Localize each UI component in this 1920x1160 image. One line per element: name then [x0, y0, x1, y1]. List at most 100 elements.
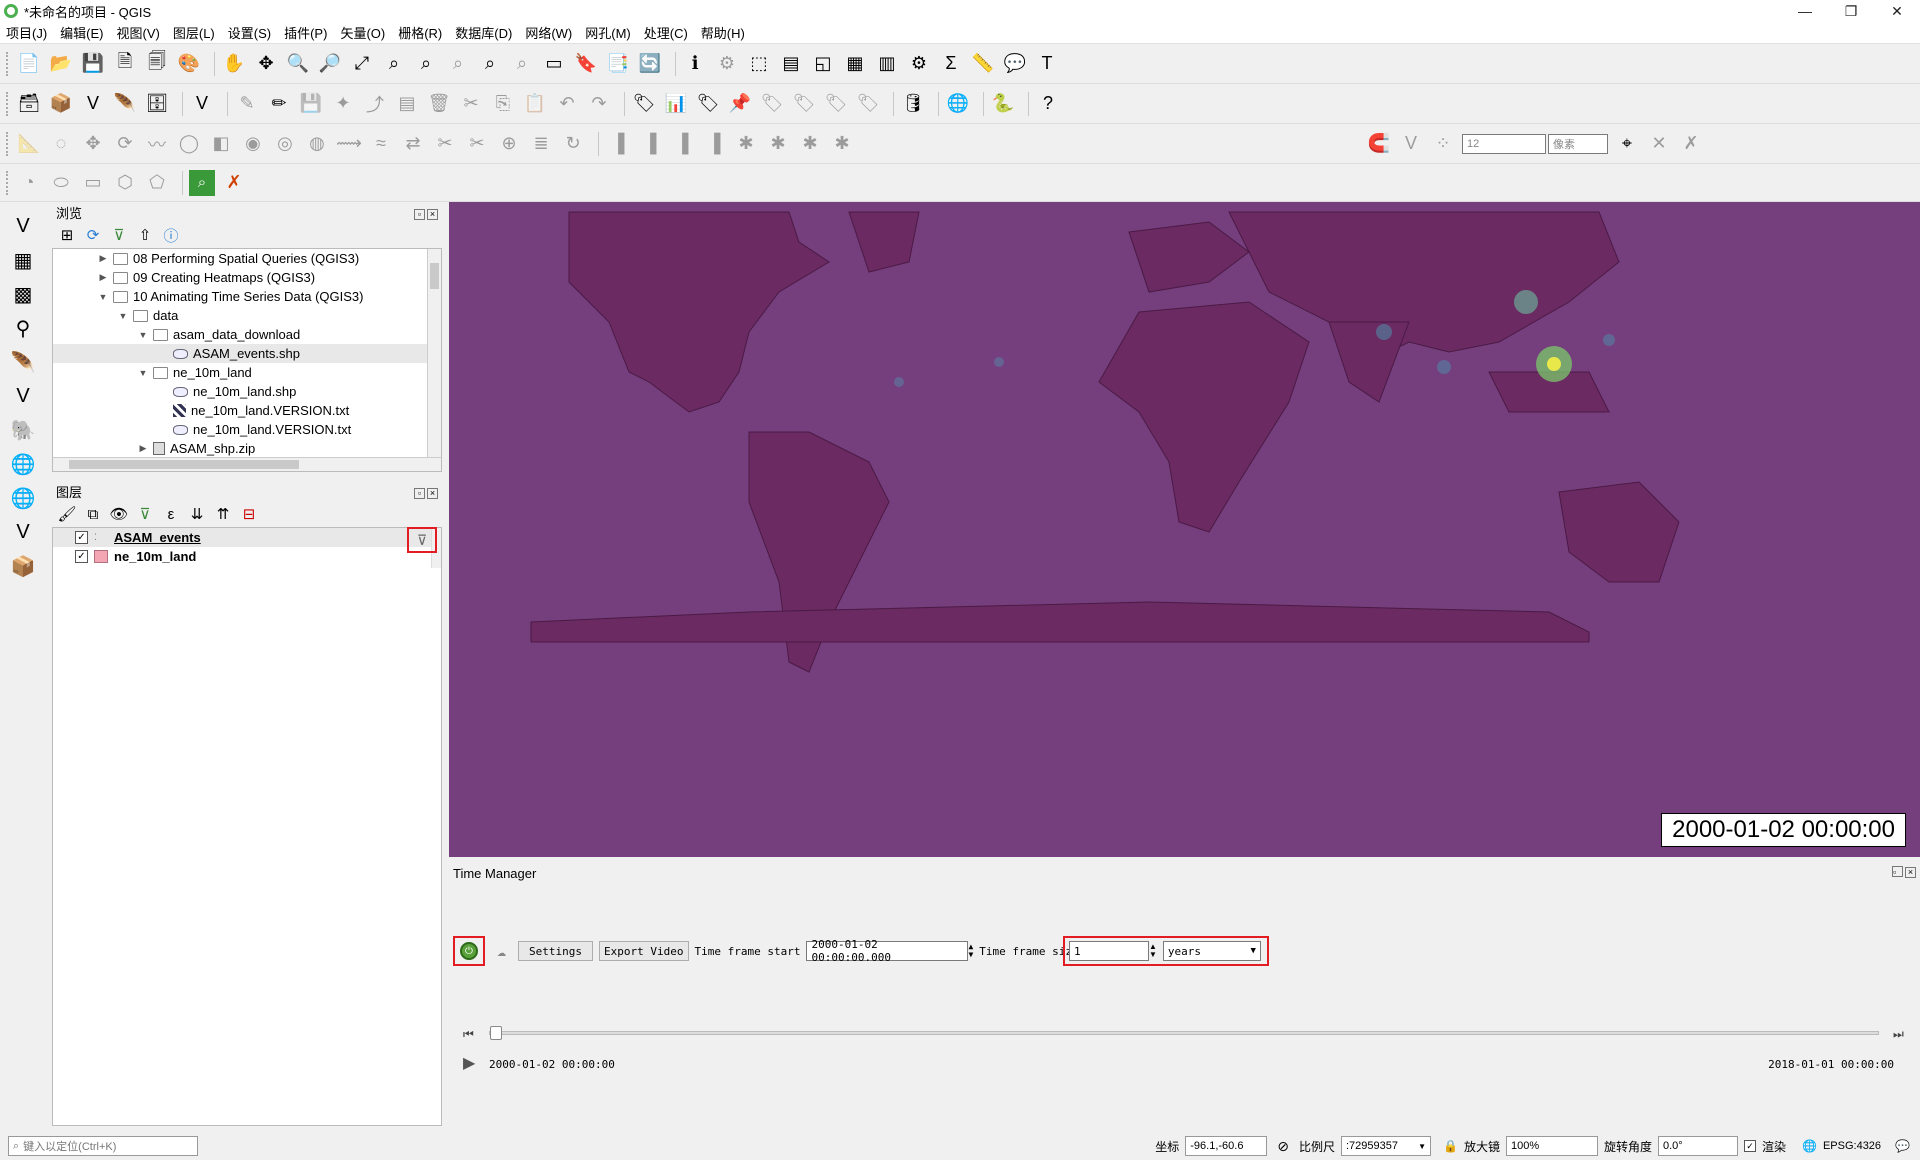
play-icon[interactable]: ▶ [463, 1053, 475, 1073]
menu-web[interactable]: 网络(W) [525, 23, 572, 42]
rotation-input[interactable]: 0.0° [1657, 1136, 1738, 1156]
tree-item[interactable]: ▶ ASAM_shp.zip [53, 439, 441, 458]
new-map-view-icon[interactable]: ▭ [541, 51, 567, 77]
add-circle-icon[interactable]: ◔ [16, 170, 42, 196]
browser-horizontal-scrollbar[interactable] [53, 457, 441, 471]
move-feature-icon[interactable]: ✥ [80, 131, 106, 157]
add-raster-layer-icon[interactable]: ▦ [8, 246, 38, 274]
save-project-icon[interactable]: 💾 [80, 51, 106, 77]
tree-item-selected[interactable]: ASAM_events.shp [53, 344, 441, 363]
collapse-arrow-icon[interactable]: ▼ [97, 292, 109, 302]
simplify-feature-icon[interactable]: 〰 [144, 131, 170, 157]
new-project-icon[interactable]: 📄 [16, 51, 42, 77]
menu-plugins[interactable]: 插件(P) [284, 23, 327, 42]
step-forward-icon[interactable]: ⏭ [1893, 1027, 1904, 1042]
shape-tool-3-icon[interactable]: ✱ [797, 131, 823, 157]
menu-view[interactable]: 视图(V) [117, 23, 160, 42]
rotate-point-symbols-icon[interactable]: ↻ [560, 131, 586, 157]
menu-layer[interactable]: 图层(L) [173, 23, 215, 42]
db-manager-icon[interactable]: 🛢 [900, 91, 926, 117]
time-frame-unit-select[interactable]: years ▼ [1162, 941, 1261, 961]
show-bookmarks-icon[interactable]: 📑 [605, 51, 631, 77]
add-ring-icon[interactable]: ◯ [176, 131, 202, 157]
add-wms-layer-icon[interactable]: 🌐 [8, 450, 38, 478]
scroll-thumb[interactable] [69, 460, 299, 469]
shape-tool-4-icon[interactable]: ✱ [829, 131, 855, 157]
add-wfs-layer-icon[interactable]: V [8, 518, 38, 546]
add-part-icon[interactable]: ◧ [208, 131, 234, 157]
metasearch-icon[interactable]: 🌐 [945, 91, 971, 117]
distribute-icon[interactable]: ▐ [701, 131, 727, 157]
new-print-layout-icon[interactable]: 🗎 [112, 51, 138, 77]
new-shapefile-icon[interactable]: V [80, 91, 106, 117]
new-geopackage-icon[interactable]: 📦 [48, 91, 74, 117]
data-source-manager-icon[interactable]: 🗃 [16, 91, 42, 117]
redo-icon[interactable]: ↷ [586, 91, 612, 117]
rotate-feature-icon[interactable]: ⟳ [112, 131, 138, 157]
save-edits-icon[interactable]: 💾 [298, 91, 324, 117]
delete-selected-icon[interactable]: 🗑 [426, 91, 452, 117]
split-parts-icon[interactable]: ✂ [464, 131, 490, 157]
add-wcs-layer-icon[interactable]: 🌐 [8, 484, 38, 512]
tree-item[interactable]: ▼ data [53, 306, 441, 325]
add-selected-layers-icon[interactable]: ⊞ [56, 224, 78, 246]
add-regular-polygon-icon[interactable]: ⬡ [112, 170, 138, 196]
diagram-options-icon[interactable]: 📊 [663, 91, 689, 117]
toggle-editing-icon[interactable]: ✏ [266, 91, 292, 117]
add-geopackage-layer-icon[interactable]: 📦 [8, 552, 38, 580]
split-features-icon[interactable]: ✂ [432, 131, 458, 157]
tree-item[interactable]: ne_10m_land.shp [53, 382, 441, 401]
close-button[interactable]: ✕ [1874, 0, 1920, 22]
menu-mesh[interactable]: 网孔(M) [585, 23, 631, 42]
zoom-out-icon[interactable]: 🔎 [317, 51, 343, 77]
scroll-thumb[interactable] [430, 263, 439, 289]
delete-part-icon[interactable]: ◍ [304, 131, 330, 157]
collapse-arrow-icon[interactable]: ▼ [137, 368, 149, 378]
change-label-icon[interactable]: 🏷 [855, 91, 881, 117]
reverse-line-icon[interactable]: ⇄ [400, 131, 426, 157]
pin-labels-icon[interactable]: 📌 [727, 91, 753, 117]
tree-item[interactable]: ▶ 09 Creating Heatmaps (QGIS3) [53, 268, 441, 287]
deselect-all-icon[interactable]: ◱ [810, 51, 836, 77]
align-left-icon[interactable]: ▐ [605, 131, 631, 157]
paste-features-icon[interactable]: 📋 [522, 91, 548, 117]
power-toggle-button[interactable]: ⏻ [453, 936, 485, 966]
filter-legend-icon[interactable]: ⊽ [134, 503, 156, 525]
label-toolbar-icon[interactable]: 🏷 [631, 91, 657, 117]
close-panel-icon[interactable]: × [427, 487, 438, 499]
tree-item[interactable]: ▶ 08 Performing Spatial Queries (QGIS3) [53, 249, 441, 268]
zoom-to-selection-icon[interactable]: ⌕ [381, 51, 407, 77]
tree-item[interactable]: ▼ 10 Animating Time Series Data (QGIS3) [53, 287, 441, 306]
layout-manager-icon[interactable]: 🗐 [144, 51, 170, 77]
layer-row[interactable]: ✓ ⁚ ASAM_events [53, 528, 441, 547]
add-rectangle-icon[interactable]: ▭ [80, 170, 106, 196]
merge-features-icon[interactable]: ⊕ [496, 131, 522, 157]
menu-project[interactable]: 项目(J) [6, 23, 47, 42]
tree-item[interactable]: ne_10m_land.VERSION.txt [53, 420, 441, 439]
time-frame-start-input[interactable]: 2000-01-02 00:00:00.000 [806, 938, 969, 964]
time-manager-toggle-icon[interactable]: ✗ [221, 170, 247, 196]
float-panel-icon[interactable]: ▫ [414, 208, 425, 220]
open-project-icon[interactable]: 📂 [48, 51, 74, 77]
time-slider-thumb[interactable] [490, 1026, 502, 1040]
add-virtual-layer-icon[interactable]: V [8, 382, 38, 410]
move-label-icon[interactable]: 🏷 [791, 91, 817, 117]
tree-item[interactable]: ne_10m_land.VERSION.txt [53, 401, 441, 420]
merge-attributes-icon[interactable]: ≣ [528, 131, 554, 157]
menu-vector[interactable]: 矢量(O) [340, 23, 385, 42]
menu-edit[interactable]: 编辑(E) [60, 23, 103, 42]
tree-item[interactable]: ▼ ne_10m_land [53, 363, 441, 382]
map-tips-icon[interactable]: 💬 [1002, 51, 1028, 77]
close-panel-icon[interactable]: × [427, 208, 438, 220]
filter-browser-icon[interactable]: ⊽ [108, 224, 130, 246]
tracing-icon[interactable]: ✗ [1678, 131, 1704, 157]
help-icon[interactable]: ? [1035, 91, 1061, 117]
add-postgis-layer-icon[interactable]: 🐘 [8, 416, 38, 444]
snapping-tolerance-input[interactable]: 12 [1462, 133, 1546, 154]
new-bookmark-icon[interactable]: 🔖 [573, 51, 599, 77]
layer-row[interactable]: ✓ ne_10m_land [53, 547, 441, 566]
attribute-table-icon[interactable]: ▦ [842, 51, 868, 77]
collapse-arrow-icon[interactable]: ▼ [137, 330, 149, 340]
layer-filter-indicator-icon[interactable]: ⊽ [407, 527, 437, 553]
browser-vertical-scrollbar[interactable] [427, 249, 441, 471]
